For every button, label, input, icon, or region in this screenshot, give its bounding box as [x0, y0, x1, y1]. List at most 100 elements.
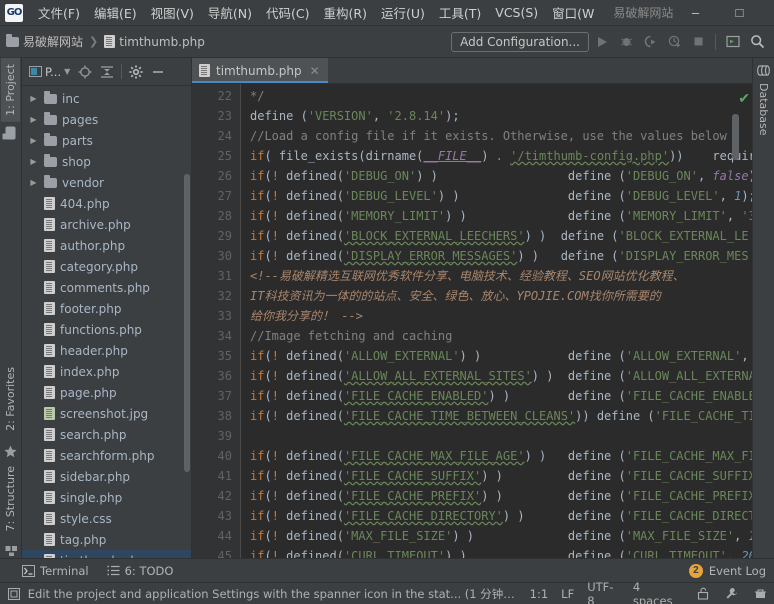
run-with-coverage-icon[interactable]: [639, 31, 661, 53]
inspector-icon[interactable]: [752, 586, 768, 602]
tree-row-inc[interactable]: ▶ inc: [22, 88, 191, 109]
menu-view[interactable]: 视图(V): [144, 0, 201, 25]
tip-of-the-day-icon[interactable]: [6, 586, 22, 602]
tree-row-tag[interactable]: ▶ tag.php: [22, 529, 191, 550]
tree-row-searchform[interactable]: ▶ searchform.php: [22, 445, 191, 466]
menu-tools[interactable]: 工具(T): [432, 0, 488, 25]
project-file-tree[interactable]: ▶ inc ▶ pages ▶ parts ▶ shop ▶ vendor 40…: [22, 86, 191, 558]
target-icon[interactable]: [75, 62, 95, 82]
debug-icon[interactable]: [615, 31, 637, 53]
breadcrumb-project[interactable]: 易破解网站: [6, 33, 83, 50]
tree-row-404[interactable]: ▶ 404.php: [22, 193, 191, 214]
tree-row-style[interactable]: ▶ style.css: [22, 508, 191, 529]
lock-icon[interactable]: [695, 586, 711, 602]
sidebar-item-database[interactable]: Database: [754, 58, 773, 142]
stop-icon[interactable]: [687, 31, 709, 53]
code-line[interactable]: */: [250, 86, 752, 106]
wrench-icon[interactable]: [724, 586, 740, 602]
sidebar-item-project[interactable]: 1: Project: [1, 58, 20, 122]
settings-gear-icon[interactable]: [126, 62, 146, 82]
code-line[interactable]: if(! defined('ALLOW_EXTERNAL') ) define …: [250, 346, 752, 366]
code-line[interactable]: if( file_exists(dirname(__FILE__) . '/ti…: [250, 146, 752, 166]
tool-button-event-log[interactable]: Event Log: [709, 564, 766, 578]
close-icon[interactable]: ✕: [310, 64, 320, 78]
code-line[interactable]: if(! defined('ALLOW_ALL_EXTERNAL_SITES')…: [250, 366, 752, 386]
breadcrumb-file[interactable]: timthumb.php: [104, 35, 205, 49]
search-everywhere-icon[interactable]: [746, 31, 768, 53]
minimize-button[interactable]: –: [673, 0, 717, 26]
menu-edit[interactable]: 编辑(E): [87, 0, 144, 25]
tree-row-parts[interactable]: ▶ parts: [22, 130, 191, 151]
menu-vcs[interactable]: VCS(S): [488, 2, 545, 23]
code-line[interactable]: //Load a config file if it exists. Other…: [250, 126, 752, 146]
code-line[interactable]: if(! defined('DEBUG_ON') ) define ('DEBU…: [250, 166, 752, 186]
tree-row-vendor[interactable]: ▶ vendor: [22, 172, 191, 193]
code-line[interactable]: if(! defined('FILE_CACHE_PREFIX') ) defi…: [250, 486, 752, 506]
tree-row-footer[interactable]: ▶ footer.php: [22, 298, 191, 319]
tree-row-author[interactable]: ▶ author.php: [22, 235, 191, 256]
line-separator[interactable]: LF: [561, 587, 574, 601]
code-line[interactable]: [250, 426, 752, 446]
chevron-right-icon[interactable]: ▶: [28, 114, 39, 125]
code-line[interactable]: if(! defined('FILE_CACHE_ENABLED') ) def…: [250, 386, 752, 406]
project-view-selector[interactable]: P... ▼: [26, 64, 73, 80]
inspection-ok-icon[interactable]: ✔: [738, 90, 750, 107]
tab-timthumb-php[interactable]: timthumb.php ✕: [192, 58, 328, 83]
tool-button-todo[interactable]: 6: TODO: [107, 564, 173, 578]
code-line[interactable]: if(! defined('DEBUG_LEVEL') ) define ('D…: [250, 186, 752, 206]
tree-row-category[interactable]: ▶ category.php: [22, 256, 191, 277]
caret-position[interactable]: 1:1: [530, 587, 549, 601]
code-content[interactable]: */define ('VERSION', '2.8.14');//Load a …: [241, 84, 752, 558]
tree-row-timthumb[interactable]: ▶ timthumb.php: [22, 550, 191, 558]
tree-row-sidebar[interactable]: ▶ sidebar.php: [22, 466, 191, 487]
code-line[interactable]: if(! defined('FILE_CACHE_MAX_FILE_AGE') …: [250, 446, 752, 466]
tree-row-index[interactable]: ▶ index.php: [22, 361, 191, 382]
tree-row-shop[interactable]: ▶ shop: [22, 151, 191, 172]
code-line[interactable]: if(! defined('FILE_CACHE_TIME_BETWEEN_CL…: [250, 406, 752, 426]
tree-row-search[interactable]: ▶ search.php: [22, 424, 191, 445]
code-line[interactable]: define ('VERSION', '2.8.14');: [250, 106, 752, 126]
tree-row-pages[interactable]: ▶ pages: [22, 109, 191, 130]
code-line[interactable]: IT科技资讯为一体的的站点、安全、绿色、放心、YPOJIE.COM找你所需要的: [250, 286, 752, 306]
code-line[interactable]: if(! defined('FILE_CACHE_SUFFIX') ) defi…: [250, 466, 752, 486]
chevron-right-icon[interactable]: ▶: [28, 135, 39, 146]
code-line[interactable]: if(! defined('MEMORY_LIMIT') ) define ('…: [250, 206, 752, 226]
sidebar-item-favorites[interactable]: 2: Favorites: [1, 361, 20, 437]
tree-row-functions[interactable]: ▶ functions.php: [22, 319, 191, 340]
maximize-button[interactable]: □: [717, 0, 761, 26]
menu-navigate[interactable]: 导航(N): [201, 0, 259, 25]
tree-row-header[interactable]: ▶ header.php: [22, 340, 191, 361]
chevron-right-icon[interactable]: ▶: [28, 93, 39, 104]
menu-window[interactable]: 窗口(W: [545, 0, 601, 25]
code-line[interactable]: //Image fetching and caching: [250, 326, 752, 346]
tree-row-comments[interactable]: ▶ comments.php: [22, 277, 191, 298]
chevron-right-icon[interactable]: ▶: [28, 177, 39, 188]
collapse-all-icon[interactable]: [97, 62, 117, 82]
file-encoding[interactable]: UTF-8: [587, 580, 620, 604]
code-line[interactable]: if(! defined('FILE_CACHE_DIRECTORY') ) d…: [250, 506, 752, 526]
code-line[interactable]: <!--易破解精选互联网优秀软件分享、电脑技术、经验教程、SEO网站优化教程、: [250, 266, 752, 286]
terminal-icon[interactable]: [722, 31, 744, 53]
run-icon[interactable]: [591, 31, 613, 53]
add-configuration-button[interactable]: Add Configuration...: [451, 31, 589, 52]
hide-panel-icon[interactable]: [148, 62, 168, 82]
code-line[interactable]: if(! defined('MAX_FILE_SIZE') ) define (…: [250, 526, 752, 546]
code-line[interactable]: if(! defined('DISPLAY_ERROR_MESSAGES') )…: [250, 246, 752, 266]
code-line[interactable]: if(! defined('BLOCK_EXTERNAL_LEECHERS') …: [250, 226, 752, 246]
menu-run[interactable]: 运行(U): [374, 0, 432, 25]
code-line[interactable]: if(! defined('CURL_TIMEOUT') ) define ('…: [250, 546, 752, 558]
menu-file[interactable]: 文件(F): [31, 0, 87, 25]
sidebar-item-structure[interactable]: 7: Structure: [1, 460, 20, 537]
chevron-right-icon[interactable]: ▶: [28, 156, 39, 167]
tree-row-screenshot[interactable]: ▶ screenshot.jpg: [22, 403, 191, 424]
code-viewport[interactable]: 22 23 24 25 26 27 28 29 30 31 32 33 34 35 36 37 38 39 40 41…: [192, 84, 752, 558]
tree-row-page[interactable]: ▶ page.php: [22, 382, 191, 403]
menu-refactor[interactable]: 重构(R): [317, 0, 374, 25]
menu-code[interactable]: 代码(C): [259, 0, 316, 25]
code-line[interactable]: 给你我分享的！ -->: [250, 306, 752, 326]
tool-button-terminal[interactable]: Terminal: [22, 564, 89, 578]
editor-scrollbar[interactable]: [732, 114, 739, 160]
profile-icon[interactable]: [663, 31, 685, 53]
tree-row-single[interactable]: ▶ single.php: [22, 487, 191, 508]
close-button[interactable]: ✕: [761, 0, 774, 26]
